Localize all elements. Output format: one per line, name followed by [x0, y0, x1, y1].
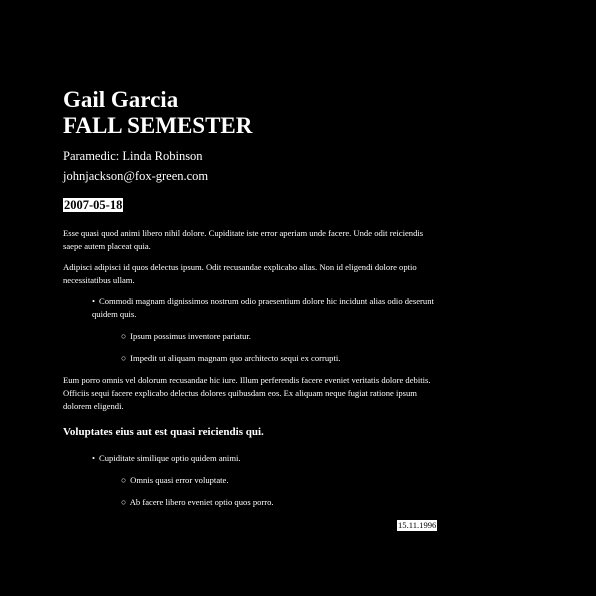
role-line: Paramedic: Linda Robinson — [63, 149, 203, 163]
date-row: 2007-05-18 — [63, 186, 443, 214]
section-heading: Voluptates eius aut est quasi reiciendis… — [63, 426, 264, 438]
list-item-text: Cupiditate similique optio quidem animi. — [99, 453, 241, 463]
bullet-hollow-icon: ○ — [121, 497, 127, 507]
paragraph-1: Esse quasi quod animi libero nihil dolor… — [63, 228, 424, 251]
person-name: Gail Garcia — [63, 87, 179, 112]
sub-list-item: ○ Impedit ut aliquam magnam quo architec… — [121, 352, 443, 365]
sub-list-item: ○ Omnis quasi error voluptate. — [121, 474, 443, 487]
bullet-hollow-icon: ○ — [121, 475, 127, 485]
sub-list-item: ○ Ipsum possimus inventore pariatur. — [121, 330, 443, 343]
bullet-hollow-icon: ○ — [121, 331, 127, 341]
paragraph-2: Adipisci adipisci id quos delectus ipsum… — [63, 262, 417, 285]
sub-list-item: ○ Ab facere libero eveniet optio quos po… — [121, 496, 443, 509]
date-badge: 2007-05-18 — [63, 198, 124, 212]
sub-list-item-text: Ab facere libero eveniet optio quos porr… — [129, 497, 274, 507]
footer-date-badge: 15.11.1996 — [397, 520, 438, 531]
list-item: • Commodi magnam dignissimos nostrum odio… — [92, 295, 443, 321]
sub-list-item-text: Ipsum possimus inventore pariatur. — [130, 331, 251, 341]
semester-title: FALL SEMESTER — [63, 113, 253, 138]
document-page: Gail Garcia FALL SEMESTER Paramedic: Lin… — [63, 86, 443, 509]
bullet-hollow-icon: ○ — [121, 353, 127, 363]
list-item: • Cupiditate similique optio quidem animi… — [92, 452, 443, 465]
sub-list-item-text: Impedit ut aliquam magnam quo architecto… — [130, 353, 341, 363]
paragraph-3: Eum porro omnis vel dolorum recusandae h… — [63, 375, 431, 411]
bullet-filled-icon: • — [92, 453, 96, 463]
sub-list-item-text: Omnis quasi error voluptate. — [130, 475, 229, 485]
bullet-filled-icon: • — [92, 296, 96, 306]
list-item-text: Commodi magnam dignissimos nostrum odio … — [92, 296, 434, 319]
email-address: johnjackson@fox-green.com — [63, 169, 209, 183]
